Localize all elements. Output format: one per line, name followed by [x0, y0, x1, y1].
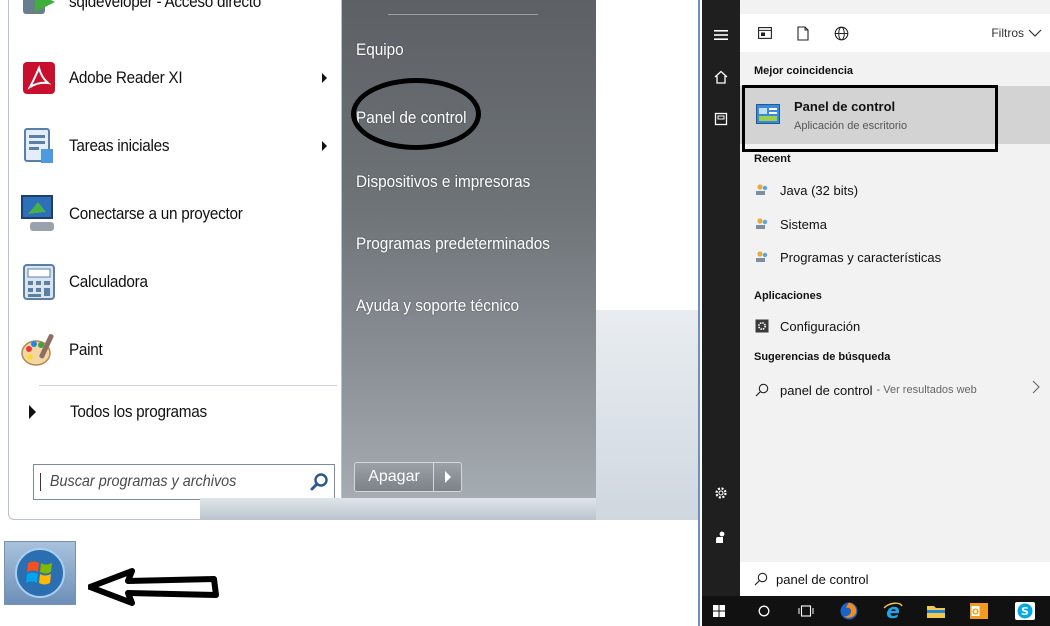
windows7-start-menu-screenshot: sqldeveloper - Acceso directo Adobe Read…	[0, 0, 700, 626]
web-suggestion-item[interactable]: panel de control - Ver resultados web	[754, 378, 977, 402]
taskbar-search-input[interactable]: panel de control	[740, 562, 1050, 596]
best-match-header: Mejor coincidencia	[754, 65, 854, 77]
blurred-taskbar-strip	[200, 498, 596, 522]
program-item-tareas-iniciales[interactable]: Tareas iniciales	[13, 118, 339, 174]
recent-item-sistema[interactable]: Sistema	[754, 212, 827, 236]
chevron-right-icon[interactable]	[1032, 380, 1040, 394]
recent-header: Recent	[754, 153, 791, 165]
chevron-right-icon	[444, 471, 451, 483]
apps-filter-icon[interactable]	[754, 22, 776, 44]
search-suggestions-header: Sugerencias de búsqueda	[754, 351, 891, 363]
recent-item-label: Java (32 bits)	[780, 182, 859, 198]
background-window	[596, 310, 698, 520]
submenu-arrow-icon	[322, 73, 327, 83]
start-side-rail	[702, 0, 740, 596]
program-item-adobe-reader[interactable]: Adobe Reader XI	[13, 50, 339, 106]
svg-text:S: S	[1021, 605, 1029, 618]
control-panel-applet-icon	[754, 216, 770, 232]
skype-icon[interactable]: S	[1010, 596, 1040, 626]
web-filter-globe-icon[interactable]	[830, 22, 852, 44]
cortana-circle-icon[interactable]	[749, 596, 779, 626]
program-item-calculadora[interactable]: Calculadora	[13, 254, 339, 310]
task-view-icon[interactable]	[791, 596, 821, 626]
annotation-arrow-icon	[88, 568, 219, 606]
filters-label: Filtros	[991, 26, 1024, 40]
feedback-icon[interactable]	[702, 520, 740, 554]
shutdown-options-button[interactable]	[434, 462, 462, 492]
file-explorer-icon[interactable]	[921, 596, 951, 626]
windows10-search-screenshot: Filtros Mejor coincidencia Panel de cont…	[702, 0, 1050, 626]
app-item-label: Configuración	[780, 318, 861, 334]
windows-logo-icon	[15, 548, 65, 598]
recent-item-java[interactable]: Java (32 bits)	[754, 178, 858, 202]
documents-filter-icon[interactable]	[792, 22, 814, 44]
suggestion-query: panel de control	[780, 382, 873, 398]
internet-explorer-icon[interactable]: e	[878, 596, 908, 626]
expand-arrow-icon	[29, 405, 36, 419]
search-icon	[754, 382, 770, 398]
settings-app-icon	[754, 318, 770, 334]
program-item-proyector[interactable]: Conectarse a un proyector	[13, 186, 339, 242]
projector-icon	[19, 194, 59, 234]
place-item-equipo[interactable]: Equipo	[356, 40, 404, 60]
start-menu-programs-pane: sqldeveloper - Acceso directo Adobe Read…	[8, 0, 342, 520]
getting-started-icon	[19, 126, 59, 166]
start-search-input[interactable]: Buscar programas y archivos	[33, 464, 335, 500]
apps-header: Aplicaciones	[754, 290, 822, 302]
pane-top-divider	[388, 14, 538, 15]
submenu-arrow-icon	[322, 141, 327, 151]
place-item-programas-predeterminados[interactable]: Programas predeterminados	[356, 234, 550, 254]
search-results-panel: Filtros Mejor coincidencia Panel de cont…	[740, 0, 1050, 596]
search-icon[interactable]	[304, 467, 334, 497]
search-input-value: panel de control	[776, 571, 869, 587]
chevron-down-icon	[1028, 29, 1042, 37]
win10-taskbar: e O S	[702, 596, 1050, 626]
home-icon[interactable]	[702, 60, 740, 94]
place-item-dispositivos[interactable]: Dispositivos e impresoras	[356, 172, 530, 192]
start-orb-button[interactable]	[4, 541, 76, 605]
annotation-circle	[351, 78, 481, 150]
search-icon	[754, 572, 768, 586]
all-programs-button[interactable]: Todos los programas	[25, 392, 337, 432]
recent-item-label: Sistema	[780, 216, 827, 232]
sqldeveloper-icon	[19, 0, 59, 22]
calculator-icon	[19, 262, 59, 302]
filters-dropdown[interactable]: Filtros	[991, 14, 1042, 52]
program-item-paint[interactable]: Paint	[13, 322, 339, 378]
notebook-icon[interactable]	[702, 102, 740, 136]
hamburger-menu-icon[interactable]	[702, 18, 740, 52]
firefox-icon[interactable]	[834, 596, 864, 626]
menu-separator	[39, 385, 337, 386]
shutdown-control: Apagar	[354, 462, 462, 492]
recent-item-programas[interactable]: Programas y características	[754, 245, 941, 269]
shutdown-button[interactable]: Apagar	[354, 462, 434, 492]
paint-icon	[19, 330, 59, 370]
windows-start-icon[interactable]	[704, 596, 734, 626]
app-item-configuracion[interactable]: Configuración	[754, 314, 860, 338]
annotation-rectangle	[742, 85, 998, 152]
search-filter-bar: Filtros	[740, 14, 1050, 52]
suggestion-hint: - Ver resultados web	[876, 384, 977, 396]
control-panel-applet-icon	[754, 182, 770, 198]
settings-gear-icon[interactable]	[702, 476, 740, 510]
control-panel-applet-icon	[754, 249, 770, 265]
start-menu-places-pane: Equipo Panel de control Dispositivos e i…	[342, 0, 596, 520]
outlook-icon[interactable]: O	[964, 596, 994, 626]
adobe-reader-icon	[19, 58, 59, 98]
recent-item-label: Programas y características	[780, 249, 942, 265]
svg-text:O: O	[972, 608, 979, 617]
program-item-sqldeveloper[interactable]: sqldeveloper - Acceso directo	[13, 0, 339, 30]
place-item-ayuda[interactable]: Ayuda y soporte técnico	[356, 296, 519, 316]
